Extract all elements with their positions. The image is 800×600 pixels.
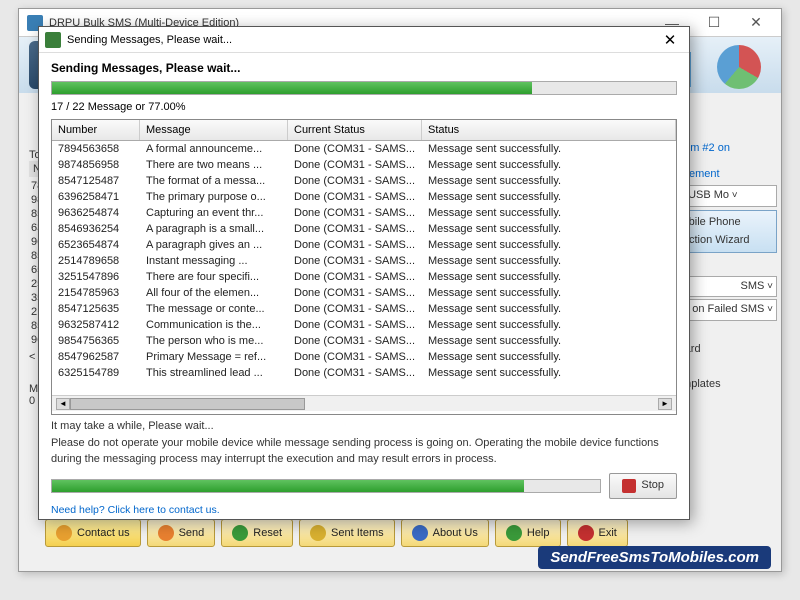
close-button[interactable]: ✕ bbox=[735, 11, 777, 35]
progress-bar-2 bbox=[51, 479, 601, 493]
col-number[interactable]: Number bbox=[52, 120, 140, 140]
progress-text: 17 / 22 Message or 77.00% bbox=[51, 101, 677, 113]
maximize-button[interactable]: ☐ bbox=[693, 11, 735, 35]
wait-text: It may take a while, Please wait... bbox=[51, 419, 677, 434]
table-row[interactable]: 2514789658Instant messaging ...Done (COM… bbox=[52, 253, 676, 269]
help-link[interactable]: Need help? Click here to contact us. bbox=[51, 503, 677, 518]
dialog-close-button[interactable]: ✕ bbox=[657, 30, 683, 50]
dialog-heading: Sending Messages, Please wait... bbox=[51, 61, 677, 75]
pie-chart-icon bbox=[717, 45, 761, 89]
table-row[interactable]: 6523654874A paragraph gives an ...Done (… bbox=[52, 237, 676, 253]
stop-button[interactable]: Stop bbox=[609, 473, 677, 498]
table-row[interactable]: 8547962587 Primary Message = ref...Done … bbox=[52, 349, 676, 365]
table-row[interactable]: 9854756365 The person who is me...Done (… bbox=[52, 333, 676, 349]
table-row[interactable]: 6325154789This streamlined lead ...Done … bbox=[52, 365, 676, 381]
col-message[interactable]: Message bbox=[140, 120, 288, 140]
table-row[interactable]: 6396258471The primary purpose o...Done (… bbox=[52, 189, 676, 205]
horizontal-scrollbar[interactable]: ◄ ► bbox=[52, 395, 676, 411]
table-row[interactable]: 2154785963 All four of the elemen...Done… bbox=[52, 285, 676, 301]
table-row[interactable]: 9632587412 Communication is the...Done (… bbox=[52, 317, 676, 333]
table-row[interactable]: 9636254874Capturing an event thr...Done … bbox=[52, 205, 676, 221]
dialog-icon bbox=[45, 32, 61, 48]
status-grid: Number Message Current Status Status 789… bbox=[51, 119, 677, 415]
scroll-thumb[interactable] bbox=[70, 398, 305, 410]
warning-text: Please do not operate your mobile device… bbox=[51, 436, 677, 467]
col-current-status[interactable]: Current Status bbox=[288, 120, 422, 140]
stop-icon bbox=[622, 479, 636, 493]
grid-header: Number Message Current Status Status bbox=[52, 120, 676, 141]
scroll-left-icon[interactable]: ◄ bbox=[56, 398, 70, 410]
table-row[interactable]: 9874856958There are two means ...Done (C… bbox=[52, 157, 676, 173]
table-row[interactable]: 8547125487The format of a messa...Done (… bbox=[52, 173, 676, 189]
table-row[interactable]: 7894563658 A formal announceme...Done (C… bbox=[52, 141, 676, 157]
progress-bar bbox=[51, 81, 677, 95]
table-row[interactable]: 8547125635The message or conte...Done (C… bbox=[52, 301, 676, 317]
watermark: SendFreeSmsToMobiles.com bbox=[538, 546, 771, 569]
dialog-title: Sending Messages, Please wait... bbox=[67, 34, 657, 46]
table-row[interactable]: 3251547896There are four specifi...Done … bbox=[52, 269, 676, 285]
col-status[interactable]: Status bbox=[422, 120, 676, 140]
scroll-right-icon[interactable]: ► bbox=[658, 398, 672, 410]
table-row[interactable]: 8546936254A paragraph is a small...Done … bbox=[52, 221, 676, 237]
dialog-title-bar: Sending Messages, Please wait... ✕ bbox=[39, 27, 689, 53]
sending-dialog: Sending Messages, Please wait... ✕ Sendi… bbox=[38, 26, 690, 520]
